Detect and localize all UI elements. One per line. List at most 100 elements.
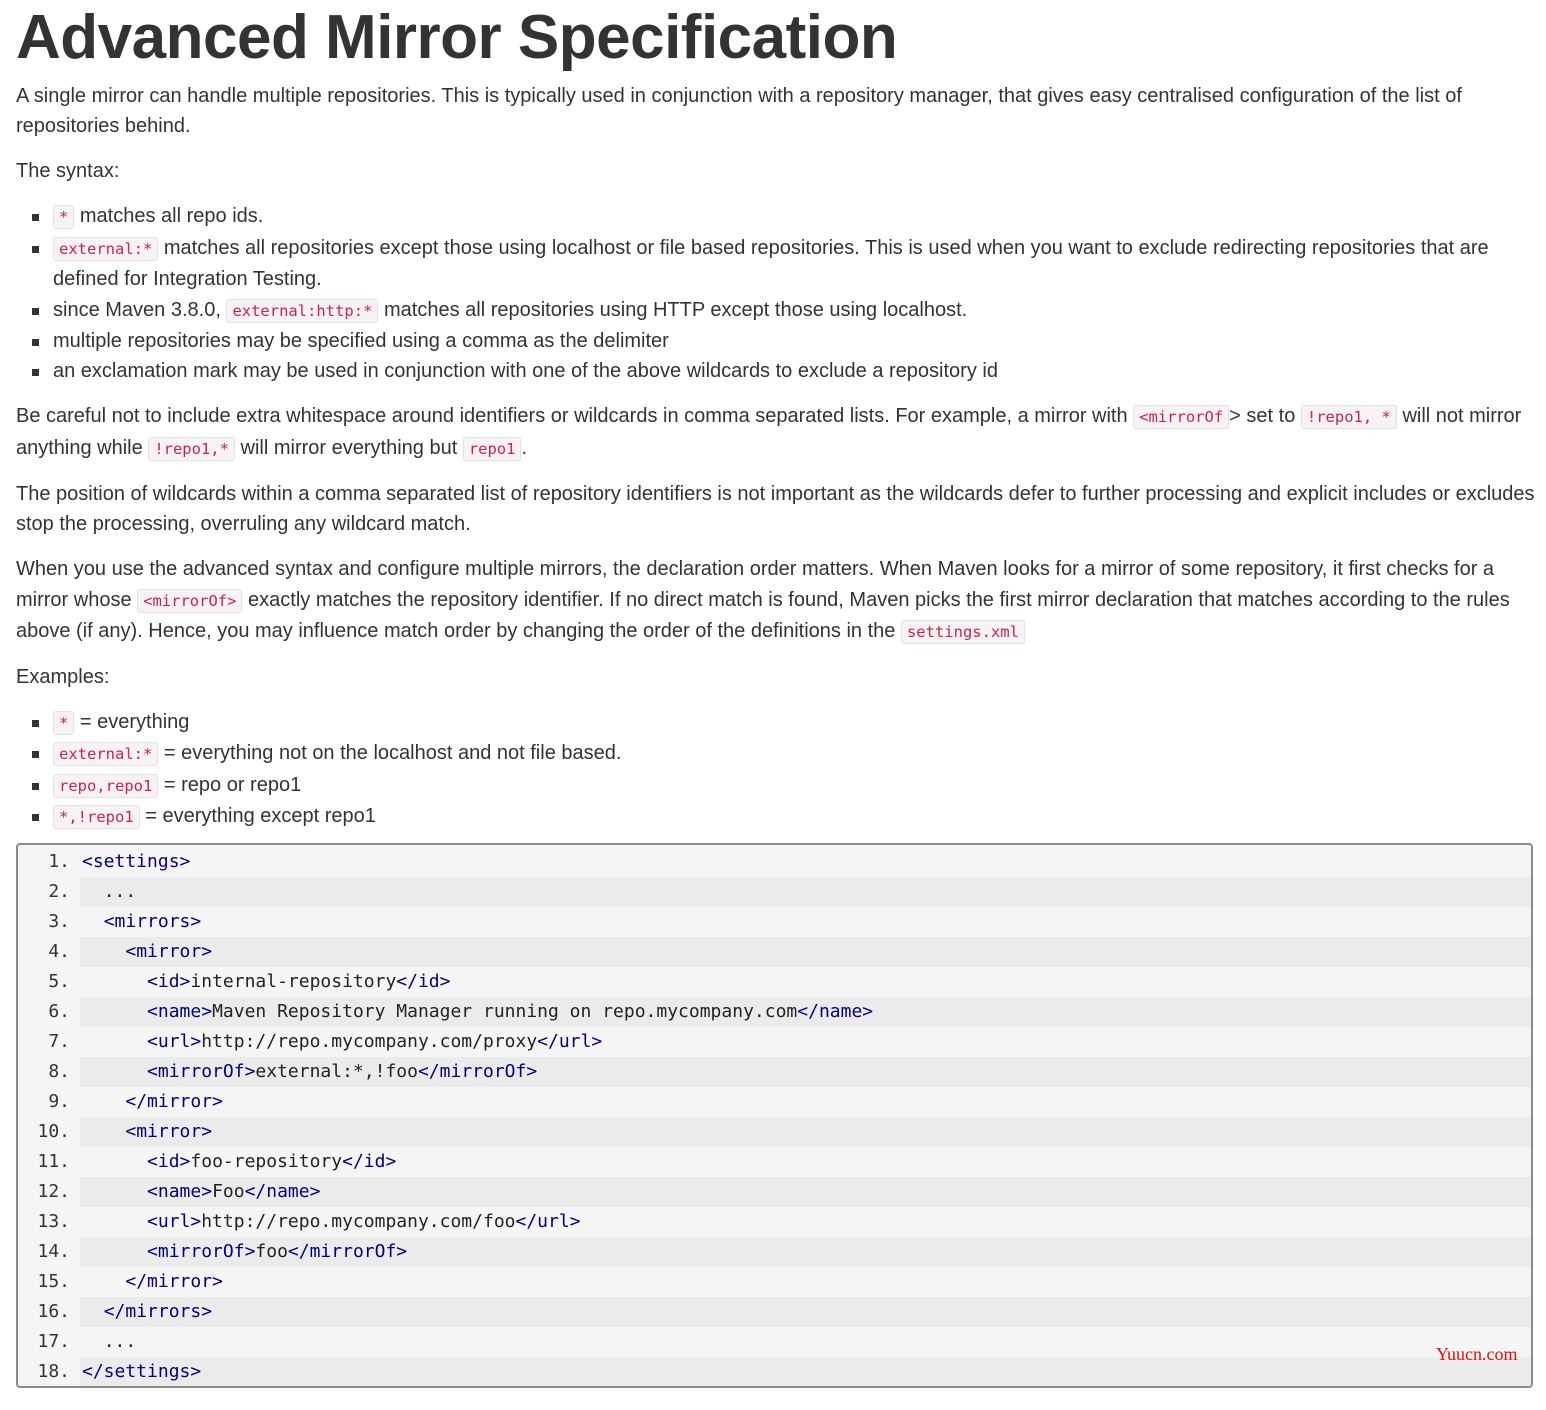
syntax-label: The syntax: [16, 160, 120, 183]
line-number: 6. [48, 1001, 70, 1022]
code-line: 14. <mirrorOf>foo</mirrorOf> [18, 1237, 1531, 1267]
code-line: 11. <id>foo-repository</id> [18, 1147, 1531, 1177]
inline-code: *,!repo1 [53, 805, 140, 830]
code-line: 10. <mirror> [18, 1117, 1531, 1147]
intro-paragraph: A single mirror can handle multiple repo… [16, 85, 1462, 138]
xml-tag: <mirrorOf> [147, 1061, 256, 1082]
page-title: Advanced Mirror Specification [16, 3, 898, 72]
code-line: 12. <name>Foo</name> [18, 1177, 1531, 1207]
line-number: 13. [37, 1211, 70, 1232]
code-text: ... [103, 1331, 137, 1352]
watermark: Yuucn.com [1436, 1344, 1518, 1364]
line-number: 8. [48, 1061, 70, 1082]
xml-tag: </url> [537, 1031, 603, 1052]
xml-tag: </mirrors> [103, 1301, 213, 1322]
code-line: 13. <url>http://repo.mycompany.com/foo</… [18, 1207, 1531, 1237]
xml-tag: <name> [147, 1001, 213, 1022]
code-text: </settings> [80, 1357, 1531, 1386]
list-item: *,!repo1 = everything except repo1 [32, 801, 1536, 832]
code-line: 7. <url>http://repo.mycompany.com/proxy<… [18, 1027, 1531, 1057]
line-number: 18. [37, 1361, 70, 1382]
examples-list: * = everything external:* = everything n… [16, 707, 1536, 833]
code-line: 16. </mirrors> [18, 1297, 1531, 1327]
code-text: <mirror> [80, 1117, 1531, 1147]
list-item: since Maven 3.8.0, external:http:* match… [32, 295, 1536, 326]
xml-tag: </name> [797, 1001, 874, 1022]
line-number: 4. [48, 941, 70, 962]
list-item: * matches all repo ids. [32, 201, 1536, 232]
line-number: 15. [37, 1271, 70, 1292]
inline-code: settings.xml [900, 620, 1025, 645]
code-text: <settings> [80, 847, 1531, 877]
code-text: <mirrorOf>external:*,!foo</mirrorOf> [80, 1057, 1531, 1087]
code-line: 4. <mirror> [18, 937, 1531, 967]
code-text: ... [80, 877, 1531, 907]
code-line: 6. <name>Maven Repository Manager runnin… [18, 997, 1531, 1027]
line-number: 10. [37, 1121, 70, 1142]
line-number: 16. [37, 1301, 70, 1322]
code-text: <id>internal-repository</id> [147, 971, 451, 992]
line-number: 2. [48, 881, 70, 902]
xml-tag: <id> [147, 1151, 191, 1172]
code-line: 3. <mirrors> [18, 907, 1531, 937]
xml-tag: <url> [147, 1031, 202, 1052]
examples-label: Examples: [16, 666, 110, 689]
list-item: external:* = everything not on the local… [32, 738, 1536, 769]
code-line: 2. ... [18, 877, 1531, 907]
xml-tag: <settings> [82, 851, 191, 872]
xml-tag: <mirrorOf> [147, 1241, 256, 1262]
xml-tag: <name> [147, 1181, 213, 1202]
inline-code: !repo1, * [1300, 405, 1397, 430]
whitespace-warning-paragraph: Be careful not to include extra whitespa… [16, 405, 1522, 461]
inline-code: * [53, 205, 75, 230]
inline-code: !repo1,* [148, 436, 235, 461]
xml-tag: <url> [147, 1211, 202, 1232]
xml-tag: </mirror> [125, 1271, 223, 1292]
code-line: 18. </settings> [18, 1357, 1531, 1386]
list-item: multiple repositories may be specified u… [32, 326, 1536, 356]
xml-tag: </mirror> [125, 1091, 223, 1112]
xml-tag: <id> [147, 971, 191, 992]
xml-tag: <mirrors> [103, 911, 202, 932]
list-item: an exclamation mark may be used in conju… [32, 356, 1536, 386]
list-item: external:* matches all repositories exce… [32, 233, 1536, 295]
code-text: <mirrorOf>foo</mirrorOf> [80, 1237, 1531, 1267]
inline-code: * [53, 711, 75, 736]
inline-code: repo,repo1 [53, 773, 159, 798]
inline-code: <mirrorOf> [137, 588, 243, 613]
code-line: 8. <mirrorOf>external:*,!foo</mirrorOf> [18, 1057, 1531, 1087]
line-number: 1. [48, 851, 70, 872]
xml-tag: <mirror> [125, 1121, 213, 1142]
line-number: 5. [48, 971, 70, 992]
code-text: <id>foo-repository</id> [147, 1151, 397, 1172]
inline-code: <mirrorOf [1133, 405, 1230, 430]
inline-code: external:* [53, 742, 159, 767]
code-text: <url>http://repo.mycompany.com/foo</url> [147, 1211, 581, 1232]
xml-tag: </id> [342, 1151, 397, 1172]
code-text: <mirrors> [80, 907, 1531, 937]
code-line: 9. </mirror> [18, 1087, 1531, 1117]
line-number: 14. [37, 1241, 70, 1262]
declaration-order-paragraph: When you use the advanced syntax and con… [16, 558, 1510, 645]
xml-tag: </mirrorOf> [287, 1241, 408, 1262]
xml-tag: </mirrorOf> [417, 1061, 538, 1082]
xml-tag: <mirror> [125, 941, 213, 962]
xml-tag: </id> [396, 971, 451, 992]
inline-code: external:* [53, 236, 159, 261]
xml-tag: </settings> [82, 1361, 202, 1382]
inline-code: external:http:* [226, 298, 379, 323]
line-number: 7. [48, 1031, 70, 1052]
line-number: 3. [48, 911, 70, 932]
xml-tag: </url> [515, 1211, 581, 1232]
xml-tag: </name> [244, 1181, 321, 1202]
line-number: 17. [37, 1331, 70, 1352]
article: Advanced Mirror Specification A single m… [16, 0, 1536, 847]
list-item: repo,repo1 = repo or repo1 [32, 770, 1536, 801]
code-line: 15. </mirror> [18, 1267, 1531, 1297]
code-text: <url>http://repo.mycompany.com/proxy</ur… [147, 1031, 603, 1052]
code-line: 5. <id>internal-repository</id> [18, 967, 1531, 997]
inline-code: repo1 [462, 436, 522, 461]
code-line: 1. <settings> [18, 847, 1531, 877]
code-text: <mirror> [80, 937, 1531, 967]
line-number: 11. [37, 1151, 70, 1172]
